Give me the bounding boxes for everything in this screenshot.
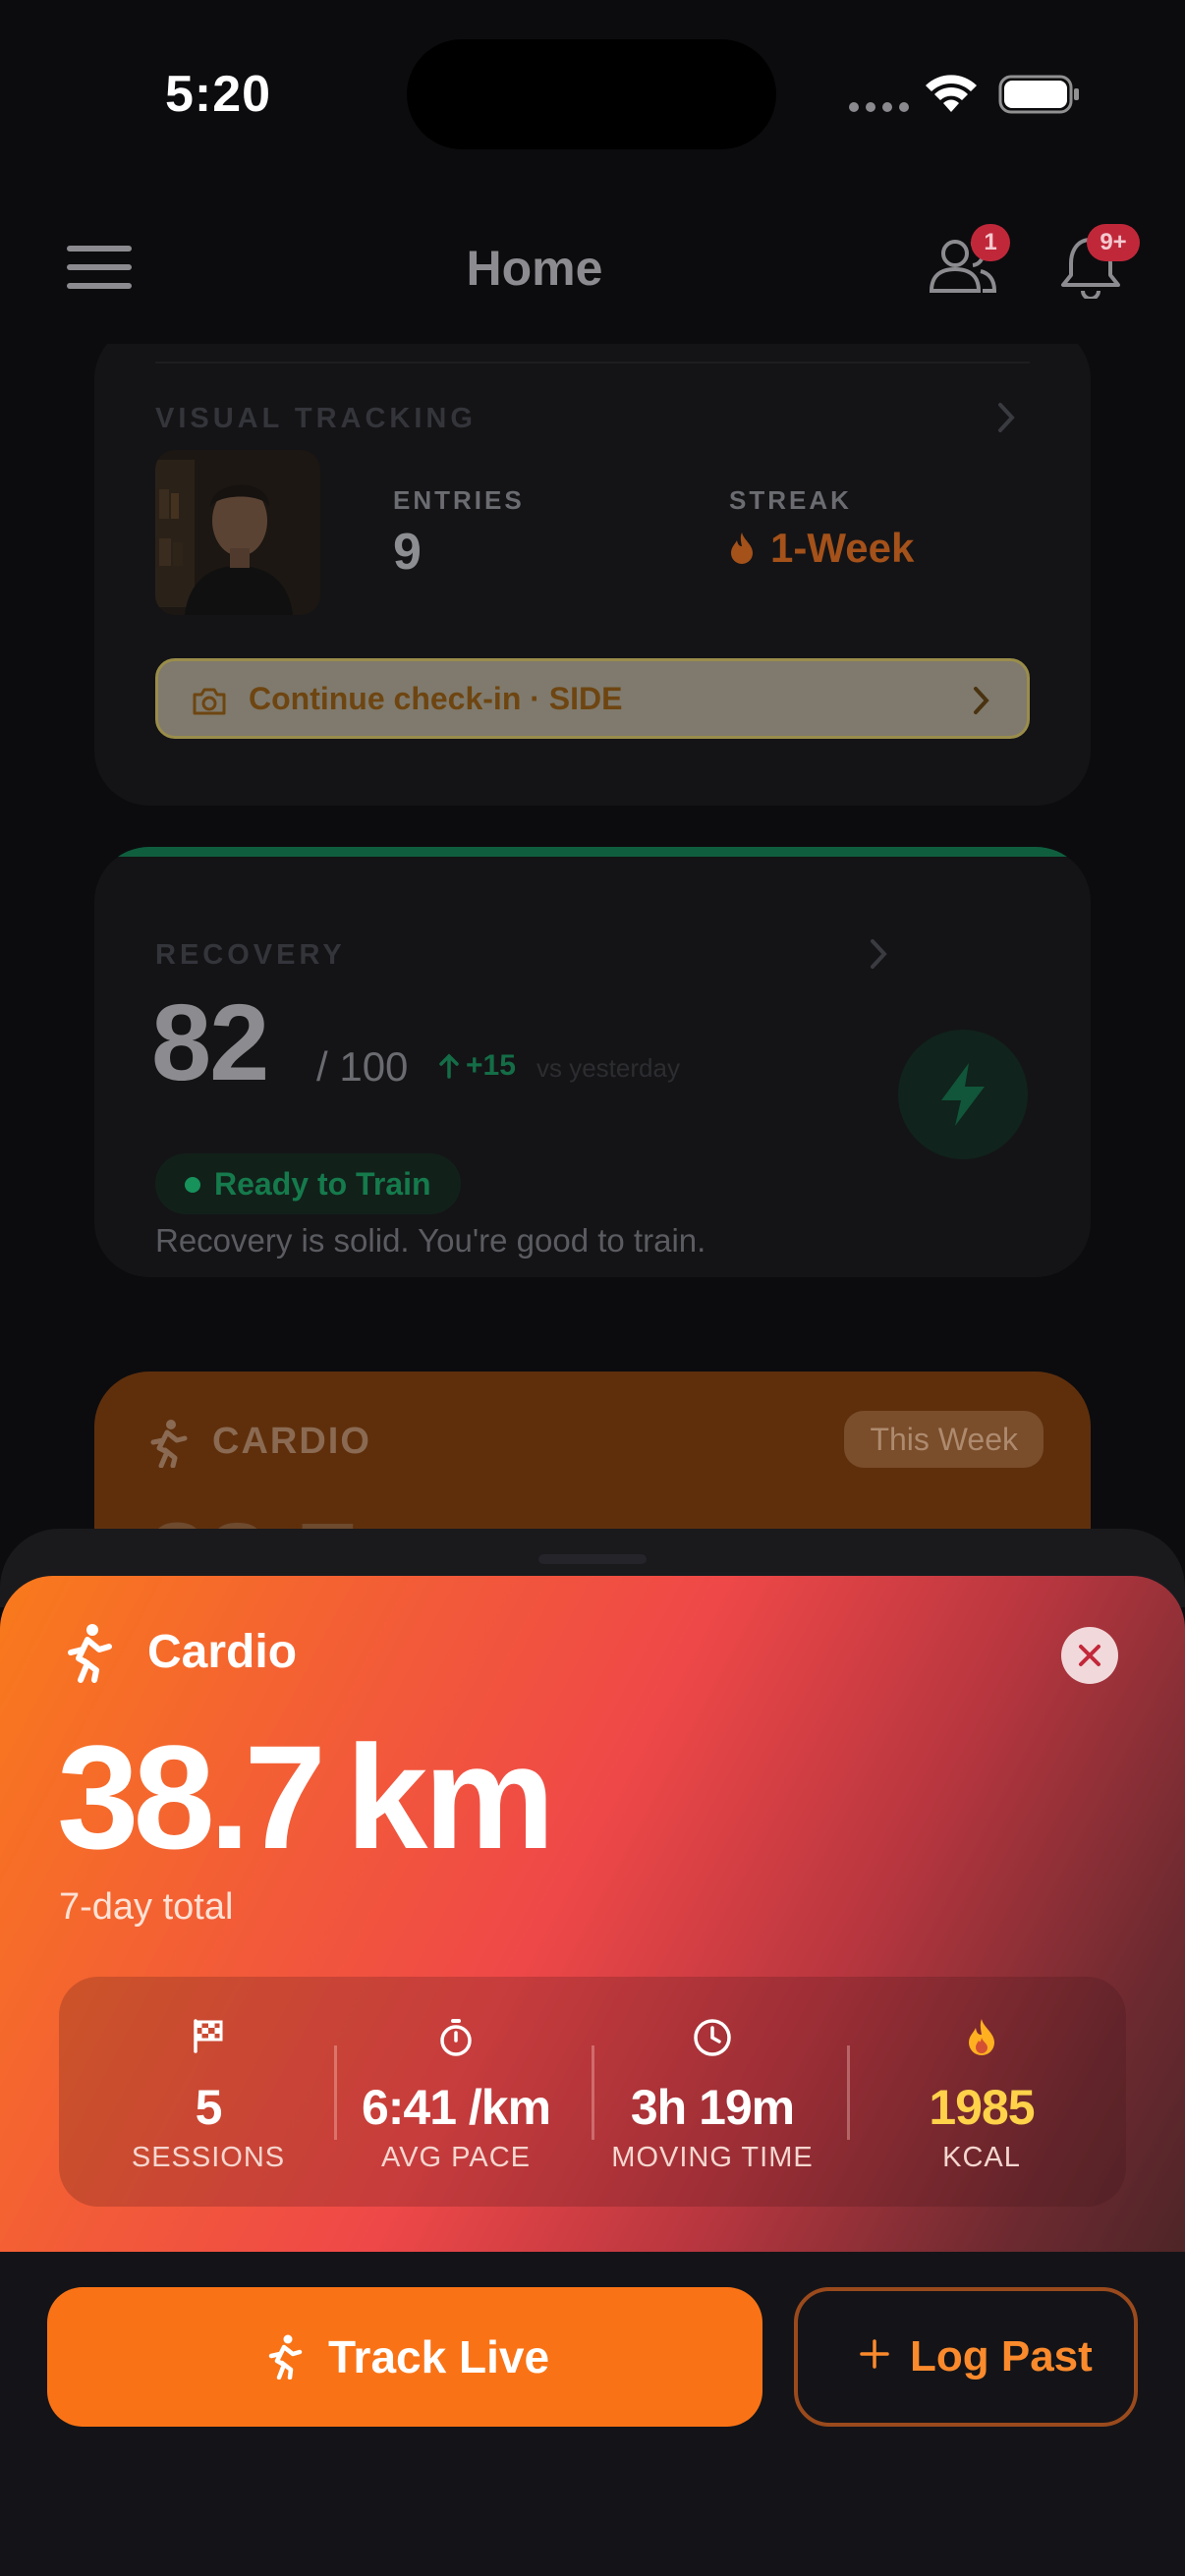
- streak-label: STREAK: [729, 485, 852, 515]
- stat-value: 1985: [929, 2080, 1035, 2135]
- recovery-accent-bar: [94, 847, 1091, 857]
- running-icon: [68, 1624, 112, 1683]
- stats-panel: 5 SESSIONS 6:41 /km AVG PACE 3h 19m MOVI…: [59, 1977, 1126, 2207]
- stat-label: MOVING TIME: [611, 2142, 814, 2173]
- ready-status-badge: Ready to Train: [155, 1153, 461, 1214]
- background-content: VISUAL TRACKING ENTRIES 9 STREAK 1-Week: [0, 344, 1185, 1533]
- streak-value-text: 1-Week: [770, 525, 915, 571]
- recovery-score: 82: [151, 982, 269, 1103]
- stat-value: 6:41 /km: [361, 2080, 551, 2135]
- recovery-card[interactable]: RECOVERY 82 / 100 +15 vs yesterday Ready…: [94, 847, 1091, 1277]
- running-icon: [150, 1420, 188, 1468]
- total-distance: 38.7 km: [57, 1723, 555, 1871]
- divider: [334, 2045, 337, 2140]
- period-badge: This Week: [844, 1411, 1044, 1468]
- divider: [847, 2045, 850, 2140]
- streak-value: 1-Week: [729, 525, 914, 572]
- cardio-detail-sheet: Cardio 38.7 km 7-day total 5 SESSIONS 6:…: [0, 1576, 1185, 2576]
- chevron-right-icon[interactable]: [869, 937, 888, 971]
- total-distance-unit: km: [345, 1714, 555, 1879]
- recovery-delta-context: vs yesterday: [536, 1053, 680, 1083]
- plus-icon: [860, 2339, 889, 2369]
- recovery-delta: +15: [438, 1049, 516, 1083]
- total-period-label: 7-day total: [59, 1886, 234, 1928]
- status-time: 5:20: [165, 66, 272, 123]
- dynamic-island: [407, 39, 776, 149]
- log-past-label: Log Past: [910, 2332, 1093, 2380]
- running-icon: [268, 2334, 303, 2380]
- chevron-right-icon[interactable]: [996, 401, 1016, 434]
- wifi-icon: [926, 75, 977, 112]
- recovery-delta-value: +15: [466, 1049, 516, 1082]
- recovery-label: RECOVERY: [155, 939, 346, 971]
- cardio-card-value: 38.7: [147, 1499, 358, 1533]
- recovery-max: / 100: [316, 1043, 409, 1090]
- entries-value: 9: [393, 524, 422, 581]
- stopwatch-icon: [440, 2019, 472, 2056]
- entries-label: ENTRIES: [393, 485, 525, 515]
- visual-tracking-card[interactable]: VISUAL TRACKING ENTRIES 9 STREAK 1-Week: [94, 344, 1091, 806]
- stat-moving-time: 3h 19m MOVING TIME: [595, 1977, 829, 2207]
- total-distance-value: 38.7: [57, 1714, 326, 1879]
- status-bar: 5:20: [0, 0, 1185, 196]
- page-title: Home: [466, 241, 603, 296]
- battery-icon: [998, 75, 1079, 114]
- stat-label: KCAL: [942, 2142, 1021, 2173]
- log-past-button[interactable]: Log Past: [794, 2287, 1138, 2427]
- flame-icon: [731, 532, 753, 564]
- stat-kcal: 1985 KCAL: [851, 1977, 1112, 2207]
- track-live-label: Track Live: [328, 2331, 550, 2382]
- notifications-badge: 9+: [1087, 224, 1140, 261]
- sheet-title: Cardio: [147, 1626, 298, 1678]
- ready-status-label: Ready to Train: [214, 1166, 431, 1202]
- track-live-button[interactable]: Track Live: [47, 2287, 762, 2427]
- recovery-bolt-badge: [898, 1030, 1028, 1159]
- sheet-grabber[interactable]: [538, 1554, 647, 1564]
- divider: [155, 362, 1030, 364]
- cardio-card-title: CARDIO: [212, 1421, 371, 1462]
- close-icon: [1079, 1645, 1100, 1666]
- checkin-label: Continue check-in · SIDE: [249, 681, 623, 716]
- status-dot: [185, 1177, 200, 1193]
- clock-icon: [694, 2019, 731, 2056]
- flame-icon: [969, 2019, 994, 2055]
- cardio-hero: Cardio 38.7 km 7-day total 5 SESSIONS 6:…: [0, 1576, 1185, 2252]
- friends-badge: 1: [971, 224, 1010, 261]
- stat-value: 3h 19m: [630, 2080, 795, 2135]
- cellular-signal-icon: [849, 102, 909, 112]
- stat-avg-pace: 6:41 /km AVG PACE: [340, 1977, 572, 2207]
- continue-checkin-button[interactable]: Continue check-in · SIDE: [155, 658, 1030, 739]
- divider: [592, 2045, 594, 2140]
- cardio-card[interactable]: CARDIO This Week 38.7: [94, 1372, 1091, 1533]
- close-button[interactable]: [1061, 1627, 1118, 1684]
- recovery-note: Recovery is solid. You're good to train.: [155, 1222, 706, 1259]
- arrow-up-icon: [439, 1053, 459, 1079]
- visual-tracking-label: VISUAL TRACKING: [155, 403, 477, 434]
- flag-icon: [194, 2019, 223, 2053]
- camera-icon: [193, 688, 226, 715]
- chevron-right-icon: [974, 687, 989, 714]
- stat-label: AVG PACE: [381, 2142, 531, 2173]
- stat-sessions: 5 SESSIONS: [59, 1977, 358, 2207]
- stat-label: SESSIONS: [131, 2142, 286, 2173]
- bolt-icon: [941, 1063, 985, 1126]
- stat-value: 5: [195, 2080, 223, 2135]
- progress-photo[interactable]: [155, 450, 320, 615]
